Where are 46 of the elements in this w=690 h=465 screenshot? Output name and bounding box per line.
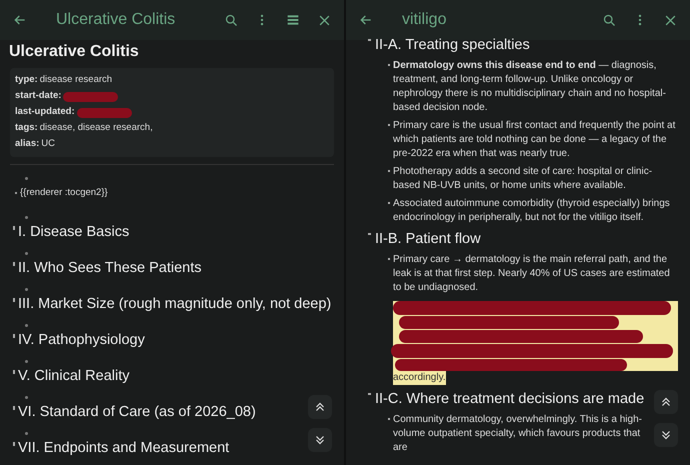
double-chevron-down-icon bbox=[313, 433, 327, 447]
double-chevron-down-icon bbox=[659, 428, 673, 442]
redaction-mark bbox=[63, 92, 118, 102]
search-icon[interactable] bbox=[224, 12, 239, 28]
scroll-top-button[interactable] bbox=[654, 390, 678, 414]
scroll-bottom-button[interactable] bbox=[654, 423, 678, 447]
caret-icon[interactable] bbox=[13, 226, 15, 230]
section-heading[interactable]: II-A. Treating specialties bbox=[375, 35, 530, 55]
redaction-mark bbox=[76, 108, 132, 118]
outline-heading[interactable]: VI. Standard of Care (as of 2026_08) bbox=[18, 402, 256, 421]
outline-heading[interactable]: VII. Endpoints and Measurement bbox=[18, 438, 230, 457]
bullet-text: Community dermatology, overwhelmingly. This is a high-volume outpatient specialty, which favours products that are bbox=[393, 413, 643, 455]
caret-icon[interactable] bbox=[13, 442, 15, 446]
caret-icon[interactable] bbox=[13, 370, 15, 374]
highlighted-text: accordingly. bbox=[393, 371, 446, 385]
bullet-text: Primary care → dermatology is the main referral path, and the leak is at that first step. Nearly 40% of US cases are estimated to be undiagnosed. bbox=[393, 253, 671, 295]
bullet-text: Phototherapy adds a second site of care: hospital or clinic-based NB-UVB units, or home units where available. bbox=[393, 165, 654, 193]
scroll-top-button[interactable] bbox=[308, 395, 332, 419]
section-heading[interactable]: II-B. Patient flow bbox=[375, 229, 481, 249]
bullet-text: Associated autoimmune comorbidity (thyroid especially) brings endocrinology in peripherally, but not for the vitiligo itself. bbox=[393, 197, 671, 225]
pane-title: Ulcerative Colitis bbox=[56, 10, 176, 30]
property-value: disease, disease research, bbox=[40, 121, 153, 136]
property-key: last-updated: bbox=[15, 105, 75, 120]
property-value: disease research bbox=[40, 73, 112, 88]
caret-icon[interactable] bbox=[13, 406, 15, 410]
scroll-bottom-button[interactable] bbox=[308, 428, 332, 452]
outline-heading[interactable]: IV. Pathophysiology bbox=[18, 330, 145, 349]
caret-icon[interactable] bbox=[13, 334, 15, 338]
caret-icon[interactable] bbox=[13, 262, 15, 266]
section-heading[interactable]: II-C. Where treatment decisions are made bbox=[375, 389, 644, 409]
pane-title: vitiligo bbox=[402, 10, 448, 30]
property-key: start-date: bbox=[15, 89, 62, 104]
page-title: Ulcerative Colitis bbox=[9, 42, 140, 62]
property-key: type: bbox=[15, 73, 38, 88]
outline-heading[interactable]: V. Clinical Reality bbox=[18, 366, 130, 385]
bullet-text: Dermatology owns this disease end to end — diagnosis, treatment, and long-term follow-up. Unlike oncology or nephrology there is no multidisciplinary chain and no hospital-based decision node. bbox=[393, 59, 667, 115]
outline-heading[interactable]: III. Market Size (rough magnitude only, not deep) bbox=[18, 294, 332, 313]
bullet-text: Primary care is the usual first contact and frequently the point at which patients are told nothing can be done — a legacy of the pre-2022 era when that was nearly true. bbox=[393, 119, 676, 161]
property-value: UC bbox=[41, 137, 56, 152]
property-key: tags: bbox=[15, 121, 38, 136]
outline-heading[interactable]: II. Who Sees These Patients bbox=[18, 258, 202, 277]
outline-heading[interactable]: I. Disease Basics bbox=[18, 222, 130, 241]
property-key: alias: bbox=[15, 137, 40, 152]
renderer-macro: {{renderer :tocgen2}} bbox=[20, 186, 108, 200]
search-icon[interactable] bbox=[602, 12, 617, 28]
caret-icon[interactable] bbox=[13, 298, 15, 302]
